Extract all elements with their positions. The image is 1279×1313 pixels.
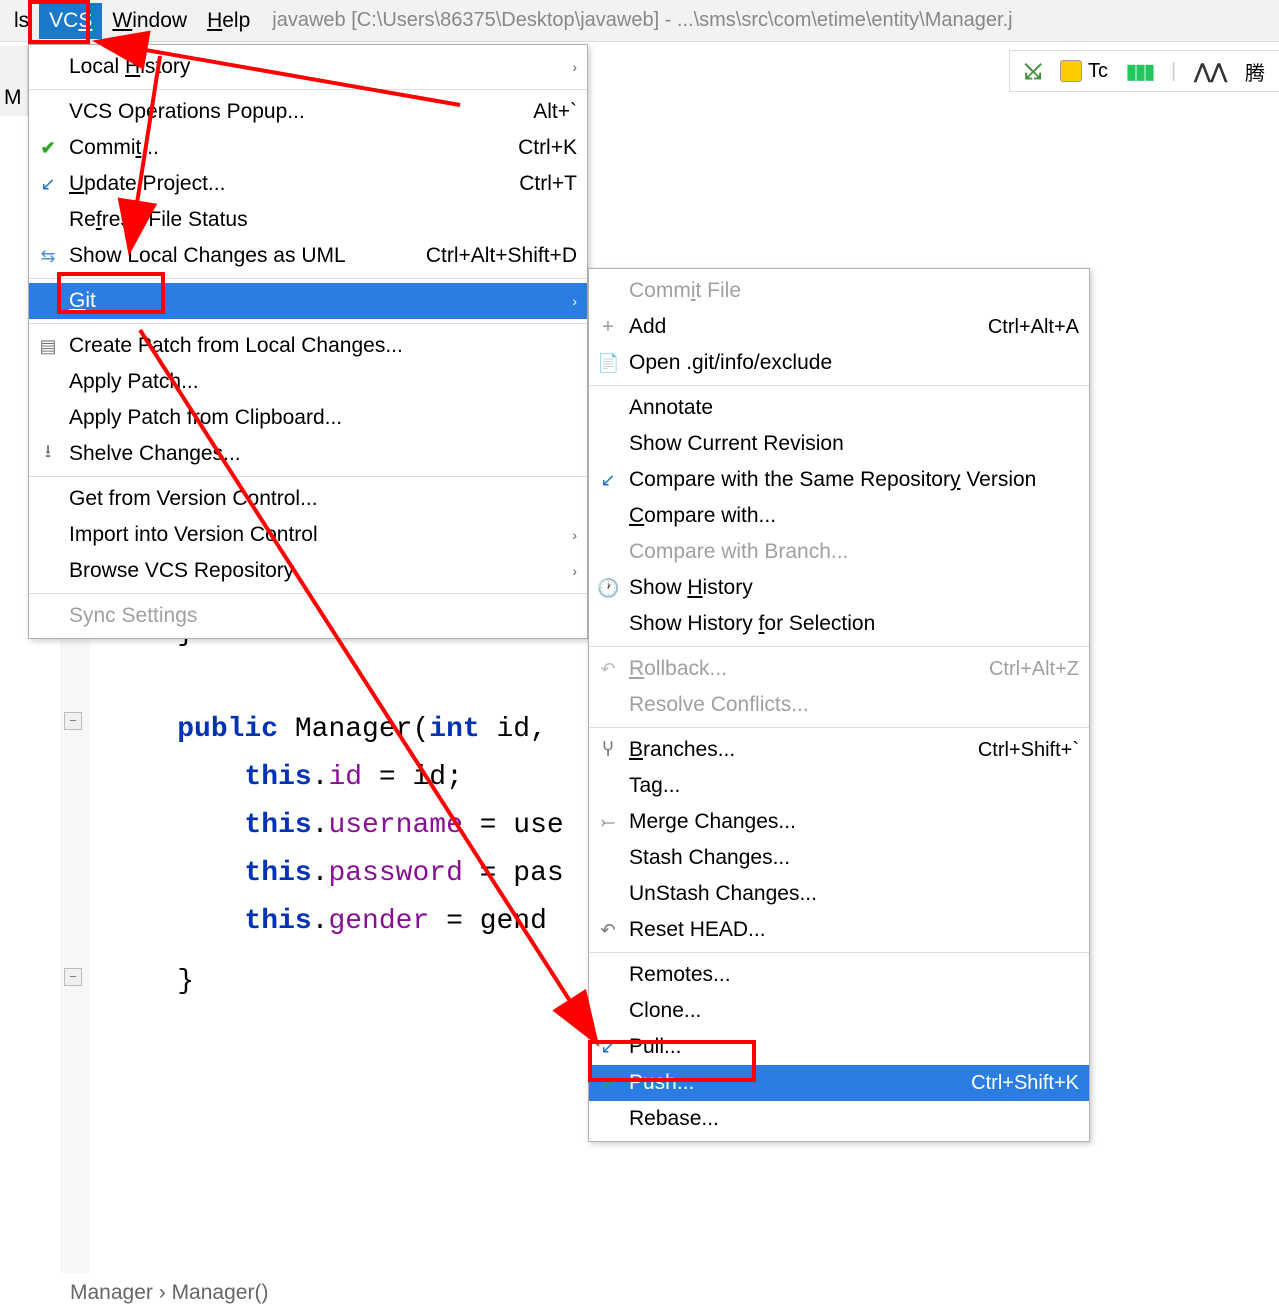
tomcat-icon	[1060, 60, 1082, 82]
push-arrow-icon: ↗	[597, 1073, 619, 1093]
left-panel-fragment: M	[0, 46, 28, 116]
menu-shelve-changes[interactable]: ⭳ Shelve Changes...	[29, 436, 587, 472]
menu-sync-settings: Sync Settings	[29, 598, 587, 634]
chn-label: 腾	[1245, 57, 1265, 86]
run-config[interactable]: Tc	[1060, 60, 1108, 83]
git-compare-with[interactable]: Compare with...	[589, 498, 1089, 534]
update-arrow-icon: ↙	[37, 174, 59, 195]
menu-create-patch[interactable]: ▤ Create Patch from Local Changes...	[29, 328, 587, 364]
menu-get-from-vc[interactable]: Get from Version Control...	[29, 481, 587, 517]
menubar: ls VCS Window Help javaweb [C:\Users\863…	[0, 0, 1279, 42]
git-submenu: Commit File + AddCtrl+Alt+A 📄 Open .git/…	[588, 268, 1090, 1142]
git-pull[interactable]: ↙ Pull...	[589, 1029, 1089, 1065]
window-title: javaweb [C:\Users\86375\Desktop\javaweb]…	[272, 9, 1279, 32]
rollback-icon: ↶	[597, 659, 619, 680]
build-icon[interactable]: ⤩	[1024, 58, 1042, 84]
uml-icon: ⇆	[37, 246, 59, 267]
fold-marker[interactable]: −	[64, 968, 82, 986]
code-line: this.id = id;	[110, 754, 463, 802]
stats-icon[interactable]: ▮▮▮	[1126, 59, 1153, 84]
code-line: public Manager(int id,	[110, 706, 564, 754]
git-rebase[interactable]: Rebase...	[589, 1101, 1089, 1137]
menubar-item-ls[interactable]: ls	[4, 3, 39, 39]
pull-arrow-icon: ↙	[597, 1037, 619, 1058]
git-compare-same-repo[interactable]: ↙ Compare with the Same Repository Versi…	[589, 462, 1089, 498]
fold-marker[interactable]: −	[64, 712, 82, 730]
menu-commit[interactable]: ✔ Commit...Ctrl+K	[29, 130, 587, 166]
git-merge-changes[interactable]: ⤚ Merge Changes...	[589, 804, 1089, 840]
code-line: this.username = use	[110, 802, 564, 850]
menubar-item-vcs[interactable]: VCS	[39, 3, 102, 39]
git-compare-branch: Compare with Branch...	[589, 534, 1089, 570]
code-line: }	[110, 958, 194, 1006]
git-rollback: ↶ Rollback...Ctrl+Alt+Z	[589, 651, 1089, 687]
code-line: this.password = pas	[110, 850, 564, 898]
git-clone[interactable]: Clone...	[589, 993, 1089, 1029]
plus-icon: +	[597, 316, 619, 339]
git-annotate[interactable]: Annotate	[589, 390, 1089, 426]
git-add[interactable]: + AddCtrl+Alt+A	[589, 309, 1089, 345]
git-open-exclude[interactable]: 📄 Open .git/info/exclude	[589, 345, 1089, 381]
reset-icon: ↶	[597, 920, 619, 941]
git-commit-file: Commit File	[589, 273, 1089, 309]
menu-apply-patch-clipboard[interactable]: Apply Patch from Clipboard...	[29, 400, 587, 436]
branch-icon: Ⴤ	[597, 740, 619, 761]
menu-vcs-ops-popup[interactable]: VCS Operations Popup...Alt+`	[29, 94, 587, 130]
file-icon: 📄	[597, 353, 619, 374]
clock-icon: 🕐	[597, 578, 619, 599]
code-line: this.gender = gend	[110, 898, 547, 946]
git-unstash[interactable]: UnStash Changes...	[589, 876, 1089, 912]
toolbar-right: ⤩ Tc ▮▮▮ | ⋀⋀ 腾	[1009, 50, 1279, 92]
m-icon[interactable]: ⋀⋀	[1194, 59, 1227, 84]
menu-browse-vcs-repo[interactable]: Browse VCS Repository›	[29, 553, 587, 589]
vcs-menu: Local History› VCS Operations Popup...Al…	[28, 44, 588, 639]
menu-show-uml[interactable]: ⇆ Show Local Changes as UMLCtrl+Alt+Shif…	[29, 238, 587, 274]
git-show-history[interactable]: 🕐 Show History	[589, 570, 1089, 606]
menu-git[interactable]: Git›	[29, 283, 587, 319]
shelve-icon: ⭳	[37, 439, 59, 469]
git-tag[interactable]: Tag...	[589, 768, 1089, 804]
menu-refresh-status[interactable]: Refresh File Status	[29, 202, 587, 238]
menu-apply-patch[interactable]: Apply Patch...	[29, 364, 587, 400]
git-reset-head[interactable]: ↶ Reset HEAD...	[589, 912, 1089, 948]
menu-update-project[interactable]: ↙ Update Project...Ctrl+T	[29, 166, 587, 202]
git-show-history-selection[interactable]: Show History for Selection	[589, 606, 1089, 642]
git-remotes[interactable]: Remotes...	[589, 957, 1089, 993]
git-stash[interactable]: Stash Changes...	[589, 840, 1089, 876]
git-branches[interactable]: Ⴤ Branches...Ctrl+Shift+`	[589, 732, 1089, 768]
menu-import-vc[interactable]: Import into Version Control›	[29, 517, 587, 553]
compare-icon: ↙	[597, 470, 619, 491]
git-push[interactable]: ↗ Push...Ctrl+Shift+K	[589, 1065, 1089, 1101]
git-resolve-conflicts: Resolve Conflicts...	[589, 687, 1089, 723]
merge-icon: ⤚	[597, 812, 619, 833]
git-show-current-revision[interactable]: Show Current Revision	[589, 426, 1089, 462]
menubar-item-window[interactable]: Window	[102, 3, 197, 39]
check-icon: ✔	[37, 138, 59, 159]
breadcrumb[interactable]: Manager › Manager()	[70, 1273, 268, 1313]
menubar-item-help[interactable]: Help	[197, 3, 260, 39]
patch-icon: ▤	[37, 336, 59, 357]
menu-local-history[interactable]: Local History›	[29, 49, 587, 85]
